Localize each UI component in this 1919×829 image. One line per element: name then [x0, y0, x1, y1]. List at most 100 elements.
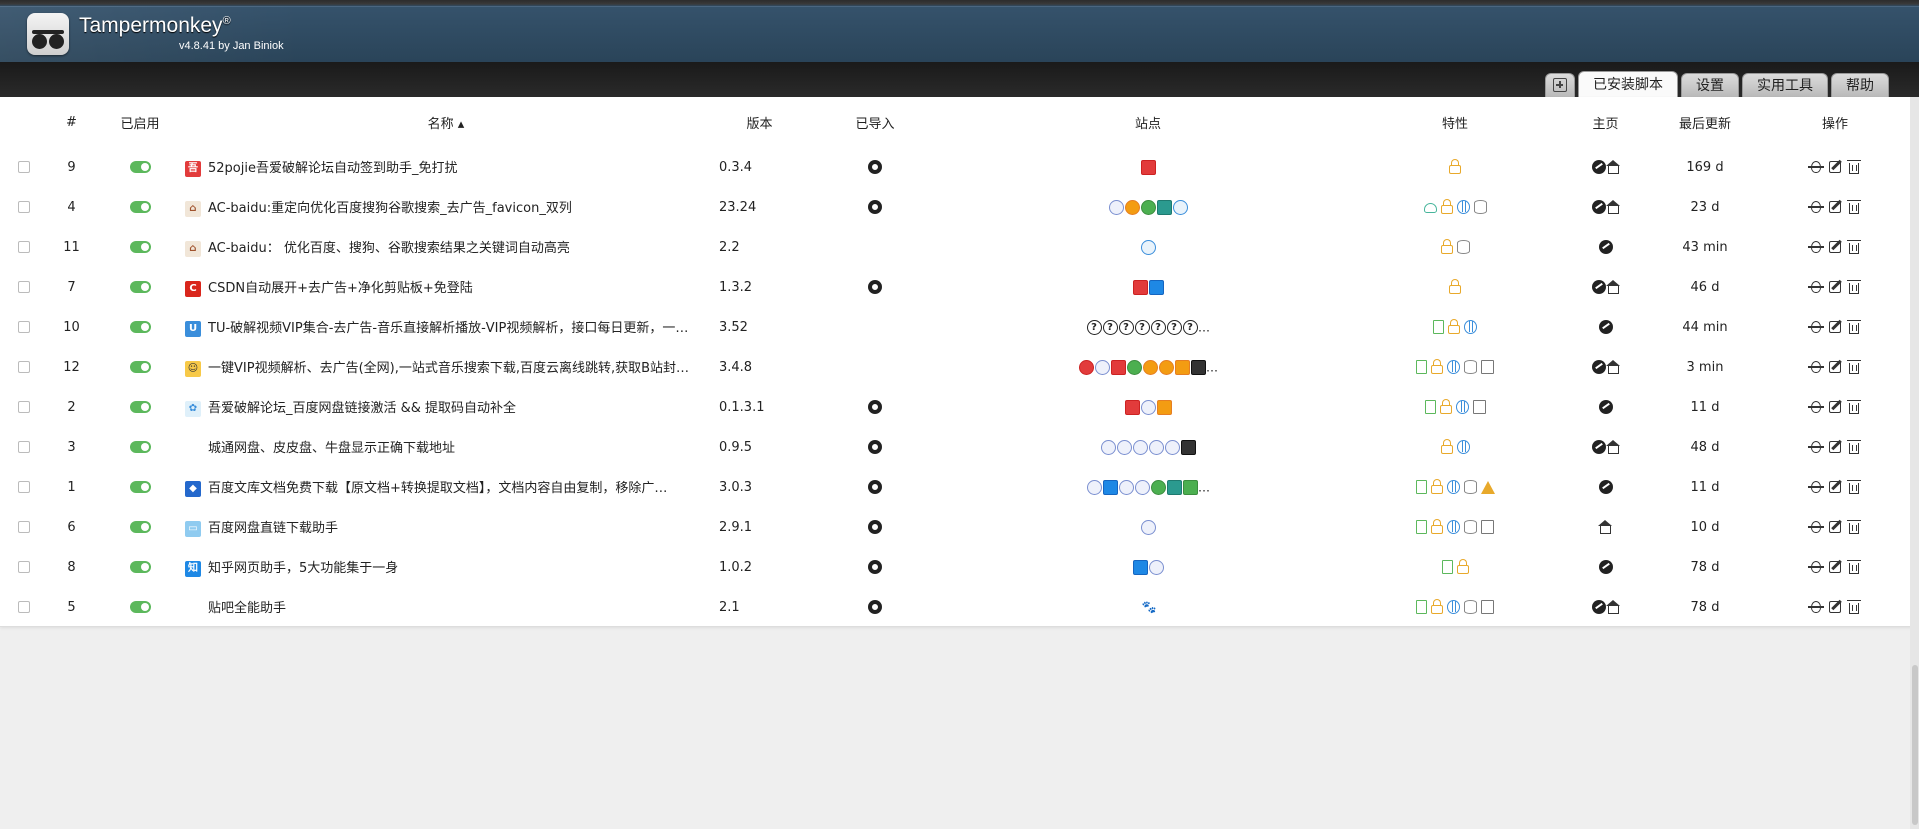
tab-installed-scripts[interactable]: 已安装脚本 [1578, 71, 1678, 97]
col-imported[interactable]: 已导入 [812, 97, 938, 147]
site-icon[interactable] [1158, 359, 1174, 375]
script-name-cell[interactable]: ◆ 百度文库文档免费下载【原文档+转换提取文档】，文档内容自由复制，移除广… [185, 467, 707, 507]
home-icon[interactable] [1606, 160, 1620, 174]
edit-icon[interactable] [1829, 361, 1841, 373]
enabled-toggle[interactable] [129, 241, 151, 253]
last-updated[interactable]: 11 d [1659, 467, 1751, 507]
site-icon[interactable] [1100, 439, 1116, 455]
unknown-site-icon[interactable]: ? [1150, 319, 1166, 335]
home-icon[interactable] [1606, 280, 1620, 294]
site-icon[interactable] [1124, 399, 1140, 415]
support-icon[interactable] [1598, 320, 1613, 334]
enabled-toggle[interactable] [129, 161, 151, 173]
site-icon[interactable] [1102, 479, 1118, 495]
site-icon[interactable] [1108, 199, 1124, 215]
site-icon[interactable] [1118, 479, 1134, 495]
support-icon[interactable] [1592, 360, 1606, 374]
debug-icon[interactable] [1808, 481, 1824, 493]
row-checkbox[interactable] [18, 161, 30, 173]
row-checkbox[interactable] [18, 241, 30, 253]
last-updated[interactable]: 23 d [1659, 187, 1751, 227]
row-checkbox[interactable] [18, 481, 30, 493]
edit-icon[interactable] [1829, 321, 1841, 333]
col-name[interactable]: 名称 ▴ [185, 97, 707, 147]
home-icon[interactable] [1598, 520, 1612, 534]
support-icon[interactable] [1592, 160, 1606, 174]
enabled-toggle[interactable] [129, 281, 151, 293]
site-icon[interactable] [1140, 399, 1156, 415]
script-name-cell[interactable]: 城通网盘、皮皮盘、牛盘显示正确下载地址 [185, 427, 707, 467]
trash-icon[interactable] [1847, 359, 1861, 374]
site-icon[interactable] [1094, 359, 1110, 375]
trash-icon[interactable] [1847, 279, 1861, 294]
site-icon[interactable] [1132, 279, 1148, 295]
site-icon[interactable] [1134, 479, 1150, 495]
home-icon[interactable] [1606, 200, 1620, 214]
last-updated[interactable]: 78 d [1659, 547, 1751, 587]
row-checkbox[interactable] [18, 561, 30, 573]
trash-icon[interactable] [1847, 399, 1861, 414]
last-updated[interactable]: 169 d [1659, 147, 1751, 187]
debug-icon[interactable] [1808, 281, 1824, 293]
debug-icon[interactable] [1808, 361, 1824, 373]
unknown-site-icon[interactable]: ? [1182, 319, 1198, 335]
script-name-cell[interactable]: 知知乎网页助手，5大功能集于一身 [185, 547, 707, 587]
paw-site-icon[interactable]: 🐾 [1140, 599, 1156, 615]
enabled-toggle[interactable] [129, 321, 151, 333]
script-name-cell[interactable]: ☺ 一键VIP视频解析、去广告(全网),一站式音乐搜索下载,百度云离线跳转,获取B… [185, 347, 707, 387]
row-checkbox[interactable] [18, 401, 30, 413]
trash-icon[interactable] [1847, 599, 1861, 614]
site-icon[interactable] [1110, 359, 1126, 375]
debug-icon[interactable] [1808, 321, 1824, 333]
edit-icon[interactable] [1829, 521, 1841, 533]
debug-icon[interactable] [1808, 401, 1824, 413]
site-icon[interactable] [1124, 199, 1140, 215]
tab-new-script[interactable] [1545, 73, 1575, 97]
site-icon[interactable] [1156, 199, 1172, 215]
debug-icon[interactable] [1808, 561, 1824, 573]
edit-icon[interactable] [1829, 601, 1841, 613]
site-icon[interactable] [1148, 439, 1164, 455]
script-name-cell[interactable]: 贴吧全能助手 [185, 587, 707, 627]
row-checkbox[interactable] [18, 201, 30, 213]
col-version[interactable]: 版本 [707, 97, 812, 147]
site-icon[interactable] [1182, 479, 1198, 495]
enabled-toggle[interactable] [129, 401, 151, 413]
edit-icon[interactable] [1829, 561, 1841, 573]
last-updated[interactable]: 3 min [1659, 347, 1751, 387]
trash-icon[interactable] [1847, 159, 1861, 174]
trash-icon[interactable] [1847, 519, 1861, 534]
home-icon[interactable] [1606, 440, 1620, 454]
last-updated[interactable]: 10 d [1659, 507, 1751, 547]
enabled-toggle[interactable] [129, 481, 151, 493]
site-icon[interactable] [1150, 479, 1166, 495]
script-name-cell[interactable]: ✿ 吾爱破解论坛_百度网盘链接激活 && 提取码自动补全 [185, 387, 707, 427]
site-icon[interactable] [1140, 199, 1156, 215]
site-icon[interactable] [1172, 199, 1188, 215]
script-name-cell[interactable]: C CSDN自动展开+去广告+净化剪贴板+免登陆 [185, 267, 707, 307]
trash-icon[interactable] [1847, 239, 1861, 254]
site-icon[interactable] [1116, 439, 1132, 455]
last-updated[interactable]: 44 min [1659, 307, 1751, 347]
scrollbar-thumb[interactable] [1912, 665, 1918, 825]
edit-icon[interactable] [1829, 241, 1841, 253]
col-features[interactable]: 特性 [1358, 97, 1552, 147]
tab-settings[interactable]: 设置 [1681, 73, 1739, 97]
trash-icon[interactable] [1847, 559, 1861, 574]
last-updated[interactable]: 48 d [1659, 427, 1751, 467]
col-homepage[interactable]: 主页 [1552, 97, 1659, 147]
unknown-site-icon[interactable]: ? [1118, 319, 1134, 335]
site-icon[interactable] [1086, 479, 1102, 495]
last-updated[interactable]: 78 d [1659, 587, 1751, 627]
enabled-toggle[interactable] [129, 201, 151, 213]
col-enabled[interactable]: 已启用 [95, 97, 185, 147]
unknown-site-icon[interactable]: ? [1102, 319, 1118, 335]
support-icon[interactable] [1592, 200, 1606, 214]
last-updated[interactable]: 11 d [1659, 387, 1751, 427]
enabled-toggle[interactable] [129, 441, 151, 453]
trash-icon[interactable] [1847, 199, 1861, 214]
site-icon[interactable] [1140, 239, 1156, 255]
edit-icon[interactable] [1829, 201, 1841, 213]
support-icon[interactable] [1592, 600, 1606, 614]
site-icon[interactable] [1148, 279, 1164, 295]
